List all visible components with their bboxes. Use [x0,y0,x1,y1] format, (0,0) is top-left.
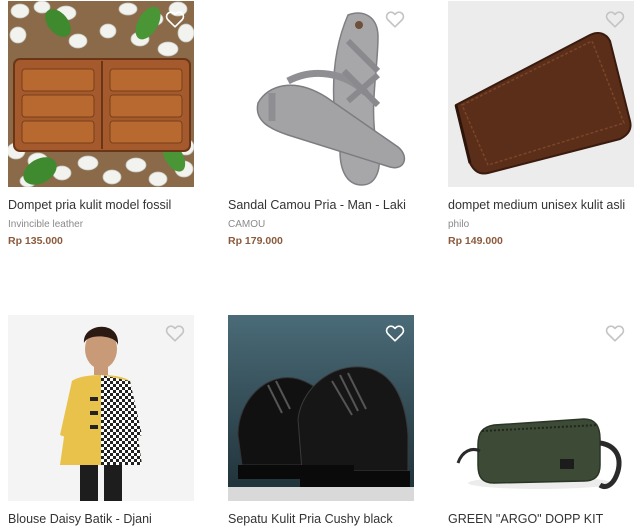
heart-outline-icon[interactable] [164,322,186,344]
dark-brown-long-wallet-image[interactable] [448,1,634,187]
heart-outline-icon[interactable] [164,8,186,30]
product-name[interactable]: GREEN "ARGO" DOPP KIT [448,512,640,526]
product-name[interactable]: Sepatu Kulit Pria Cushy black [228,512,428,526]
heart-outline-icon[interactable] [384,8,406,30]
product-price: Rp 179.000 [228,235,283,247]
product-name[interactable]: Blouse Daisy Batik - Djani [8,512,208,526]
batik-blouse-model-image[interactable] [8,315,194,501]
brown-leather-wallet-on-stones-image[interactable] [8,1,194,187]
product-price: Rp 149.000 [448,235,503,247]
product-name[interactable]: dompet medium unisex kulit asli [448,198,640,212]
shop-name[interactable]: Invincible leather [8,219,83,230]
product-name[interactable]: Sandal Camou Pria - Man - Laki [228,198,428,212]
product-name[interactable]: Dompet pria kulit model fossil [8,198,208,212]
heart-outline-icon[interactable] [604,322,626,344]
grey-sandal-image[interactable] [228,1,414,187]
product-price: Rp 135.000 [8,235,63,247]
black-leather-shoes-image[interactable] [228,315,414,501]
heart-outline-icon[interactable] [604,8,626,30]
shop-name[interactable]: CAMOU [228,219,265,230]
heart-outline-icon[interactable] [384,322,406,344]
green-dopp-kit-pouch-image[interactable] [448,315,634,501]
shop-name[interactable]: philo [448,219,469,230]
